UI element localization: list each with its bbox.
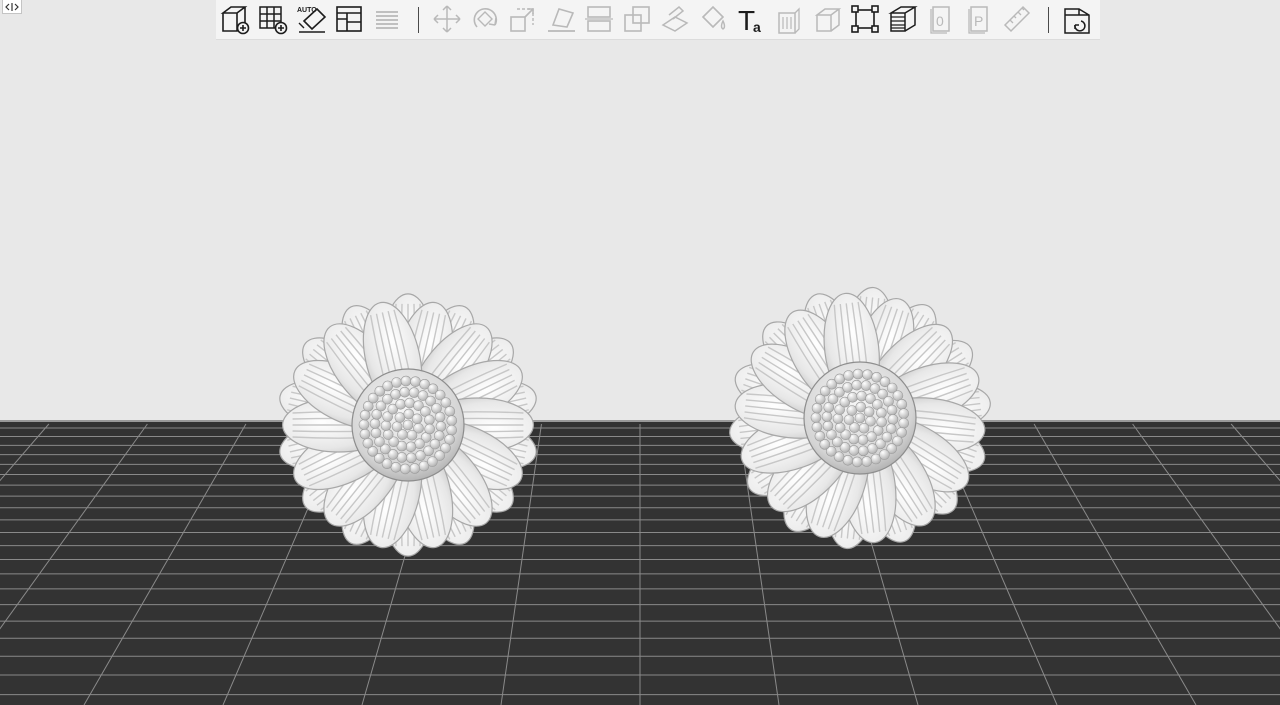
cut-icon	[585, 6, 613, 32]
move-icon	[433, 5, 461, 33]
plate-parts-label: P	[974, 13, 983, 29]
rotate-icon	[473, 8, 498, 28]
ruler-icon	[1003, 5, 1031, 33]
auto-orient-icon: AUTO	[297, 7, 327, 33]
layers-button[interactable]	[370, 2, 404, 36]
cube-outline-icon	[814, 8, 842, 32]
place-on-face-button[interactable]	[544, 2, 578, 36]
plate-parts-button[interactable]: P	[962, 2, 996, 36]
auto-orient-button[interactable]: AUTO	[294, 2, 328, 36]
scale-icon	[510, 8, 534, 32]
text-tool-button[interactable]: Ta	[734, 2, 768, 36]
top-toolbar: AUTO Ta 0 P	[216, 0, 1100, 40]
arrange-button[interactable]	[256, 2, 290, 36]
expand-collapse-icon	[5, 2, 19, 11]
assembly-view-icon	[1064, 8, 1090, 34]
rotate-button[interactable]	[468, 2, 502, 36]
cut-button[interactable]	[582, 2, 616, 36]
layers-icon	[376, 11, 398, 29]
text-tool-icon: Ta	[738, 5, 761, 36]
flower-center	[803, 361, 917, 475]
plate-objects-button[interactable]: 0	[924, 2, 958, 36]
paint-bucket-icon	[701, 5, 726, 30]
plate-parts-icon: P	[968, 6, 988, 34]
collapse-sidebar-button[interactable]	[2, 0, 22, 14]
variable-layer-button[interactable]	[772, 2, 806, 36]
mesh-boolean-button[interactable]	[810, 2, 844, 36]
toolbar-separator	[1048, 7, 1049, 33]
flower-center	[351, 368, 465, 482]
arrange-grid-icon	[259, 6, 288, 35]
plate-objects-label: 0	[936, 13, 944, 29]
text-tool-sublabel: a	[753, 19, 761, 35]
fit-view-icon	[851, 5, 879, 33]
color-painting-button[interactable]	[696, 2, 730, 36]
seam-painting-icon	[661, 5, 689, 32]
layout-icon	[336, 6, 362, 32]
layout-button[interactable]	[332, 2, 366, 36]
variable-layer-icon	[778, 7, 800, 34]
assembly-view-button[interactable]	[1060, 2, 1094, 36]
add-cube-icon	[220, 6, 250, 35]
slice-layers-icon	[888, 6, 918, 32]
build-plate	[0, 420, 1280, 705]
seam-painting-button[interactable]	[658, 2, 692, 36]
boolean-icon	[624, 6, 650, 32]
boolean-button[interactable]	[620, 2, 654, 36]
plate-objects-icon: 0	[930, 6, 950, 34]
toolbar-separator	[418, 7, 419, 33]
scene-canvas[interactable]	[0, 0, 1280, 705]
measure-button[interactable]	[1000, 2, 1034, 36]
scale-button[interactable]	[506, 2, 540, 36]
add-object-button[interactable]	[218, 2, 252, 36]
3d-viewport[interactable]	[0, 0, 1280, 705]
move-button[interactable]	[430, 2, 464, 36]
slice-layers-button[interactable]	[886, 2, 920, 36]
place-on-face-icon	[548, 8, 575, 32]
fit-view-button[interactable]	[848, 2, 882, 36]
